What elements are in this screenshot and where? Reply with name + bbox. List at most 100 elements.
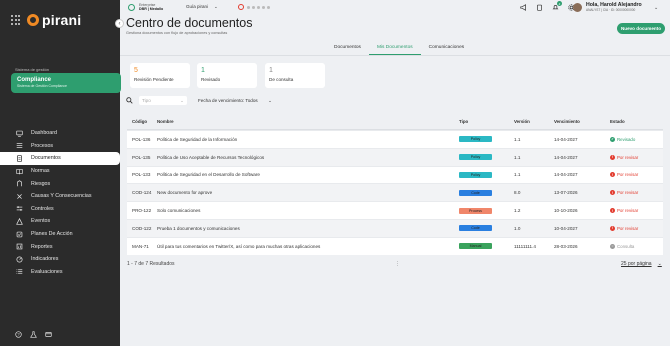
table-row[interactable]: COD-122 Prueba 1 documentos y comunicacio… [127, 218, 663, 237]
card-icon[interactable] [45, 331, 52, 338]
type-badge: Policy [459, 171, 492, 178]
report-icon [16, 243, 23, 250]
type-badge: Manual [459, 243, 492, 250]
cell-type: Code [459, 225, 514, 232]
type-filter-placeholder: Tipo [142, 98, 151, 103]
table-row[interactable]: PRO-122 Solo comunicaciones Process 1.2 10-1… [127, 201, 663, 219]
new-document-button[interactable]: Nuevo documento [617, 23, 665, 34]
sidebar-item-label: Documentos [31, 155, 61, 162]
status-label: Por revisar [617, 225, 639, 231]
cell-status: ! Por revisar [610, 208, 663, 214]
type-filter-select[interactable]: Tipo ⌄ [139, 96, 187, 105]
cause-icon [16, 193, 23, 199]
evaluation-icon [16, 269, 23, 275]
sidebar-collapse-button[interactable]: ‹ [115, 19, 124, 28]
table-row[interactable]: POL-133 Política de Seguridad en el Desar… [127, 165, 663, 184]
sidebar-item-indicadores[interactable]: Indicadores [0, 253, 120, 266]
sidebar-item-documentos[interactable]: Documentos [0, 152, 120, 165]
cell-code: COD-124 [132, 190, 152, 196]
logo: pirani [27, 12, 81, 28]
status-badge: ! Por revisar [610, 172, 663, 178]
controls-icon [16, 206, 23, 212]
more-options-icon[interactable]: ⋮ [395, 261, 400, 267]
status-label: Por revisar [617, 190, 639, 196]
table-row[interactable]: POL-136 Política de Seguridad de la Infor… [127, 130, 663, 148]
brand: pirani [11, 12, 81, 28]
cell-name: Política de Uso Aceptable de Recursos Te… [157, 154, 265, 160]
sidebar-item-procesos[interactable]: Procesos [0, 140, 120, 153]
table-row[interactable]: POL-135 Política de Uso Aceptable de Recu… [127, 147, 663, 166]
sidebar-item-dashboard[interactable]: Dashboard [0, 127, 120, 140]
cell-code: MAN-71 [132, 243, 149, 249]
header-name[interactable]: Nombre [157, 119, 459, 124]
help-icon[interactable]: ? [15, 331, 22, 338]
header-type[interactable]: Tipo [459, 119, 514, 124]
due-date-filter-select[interactable]: Fecha de vencimiento: Todos ⌄ [195, 96, 275, 105]
tab-documentos[interactable]: Documentos [326, 44, 369, 55]
filters: Tipo ⌄ Fecha de vencimiento: Todos ⌄ [126, 96, 275, 105]
cell-name: Política de Seguridad de la Información [157, 136, 238, 142]
cell-status: ✓ Revisado [610, 136, 663, 142]
header-version[interactable]: Versión [514, 119, 554, 124]
stat-card-pending[interactable]: 5 Revisión Pendiente [130, 63, 190, 88]
status-icon: ○ [610, 243, 615, 249]
stat-card-consult[interactable]: 1 De consulta [265, 63, 325, 88]
documents-table: Código Nombre Tipo Versión Vencimiento E… [127, 114, 663, 255]
header-code[interactable]: Código [127, 119, 157, 124]
header-status[interactable]: Estado [610, 119, 663, 124]
tab-comunicaciones[interactable]: Comunicaciones [421, 44, 472, 55]
chevron-down-icon: ⌄ [214, 4, 218, 9]
user-chevron-down-icon[interactable]: ⌄ [654, 5, 658, 11]
cell-code: POL-136 [132, 136, 151, 142]
stat-card-reviewed[interactable]: 1 Revisado [197, 63, 257, 88]
sidebar-item-eventos[interactable]: Eventos [0, 215, 120, 228]
table-row[interactable]: MAN-71 Útil para tus comentarios en Twitt… [127, 236, 663, 255]
sidebar-item-evaluaciones[interactable]: Evaluaciones [0, 266, 120, 279]
megaphone-icon[interactable] [520, 4, 527, 11]
system-selector[interactable]: Compliance Sistema de Gestión Compliance [11, 73, 121, 93]
cell-due: 28-03-2026 [554, 243, 578, 249]
sidebar-item-causas-y-consecuencias[interactable]: Causas Y Consecuencias [0, 190, 120, 203]
cell-type: Code [459, 189, 514, 196]
cell-status: ! Por revisar [610, 190, 663, 196]
cell-name: Solo comunicaciones [157, 208, 201, 214]
flask-icon[interactable] [30, 331, 37, 338]
per-page-select[interactable]: 25 por página ⌄ [621, 261, 662, 267]
topbar: Enterprise DBR | Medallo Guía pirani ⌄ 4… [120, 0, 670, 16]
status-icon: ! [610, 190, 615, 196]
apps-grid-icon[interactable] [11, 15, 21, 25]
cell-type: Manual [459, 243, 514, 250]
table-header: Código Nombre Tipo Versión Vencimiento E… [127, 114, 663, 130]
cell-code: COD-122 [132, 225, 152, 231]
type-badge: Policy [459, 136, 492, 143]
sidebar-item-label: Procesos [31, 142, 54, 149]
sidebar-item-riesgos[interactable]: Riesgos [0, 177, 120, 190]
table-row[interactable]: COD-124 New documento for aprove Code 8.0 13… [127, 183, 663, 202]
guide-dropdown[interactable]: Guía pirani ⌄ [186, 4, 218, 10]
sidebar-item-label: Eventos [31, 218, 51, 225]
logo-mark-icon [27, 14, 39, 26]
user-menu[interactable]: Hola, Harold Alejandro ANALYST | CIA · I… [573, 2, 642, 12]
search-icon[interactable] [126, 97, 133, 104]
type-badge: Process [459, 207, 492, 214]
cell-due: 14-04-2027 [554, 154, 578, 160]
status-icon: ! [610, 172, 615, 178]
avatar [573, 2, 582, 12]
indicator-icon [16, 256, 23, 263]
bell-icon[interactable]: 4 [552, 1, 562, 11]
cell-name: Política de Seguridad en el Desarrollo d… [157, 172, 260, 178]
header-due[interactable]: Vencimiento [554, 119, 610, 124]
clipboard-icon[interactable] [536, 4, 543, 11]
sidebar-item-planes-de-acci-n[interactable]: Planes De Acción [0, 228, 120, 241]
rating[interactable] [238, 4, 270, 10]
monitor-icon [16, 130, 23, 137]
sidebar-item-label: Planes De Acción [31, 231, 73, 238]
company-icon [128, 3, 135, 11]
tabs: Documentos Mis Documentos Comunicaciones [326, 44, 472, 55]
company-selector[interactable]: Enterprise DBR | Medallo [128, 3, 163, 11]
sidebar-item-controles[interactable]: Controles [0, 203, 120, 216]
sidebar-item-reportes[interactable]: Reportes [0, 240, 120, 253]
status-icon: ! [610, 208, 615, 214]
tab-mis-documentos[interactable]: Mis Documentos [368, 44, 421, 55]
sidebar-item-normas[interactable]: Normas [0, 165, 120, 178]
